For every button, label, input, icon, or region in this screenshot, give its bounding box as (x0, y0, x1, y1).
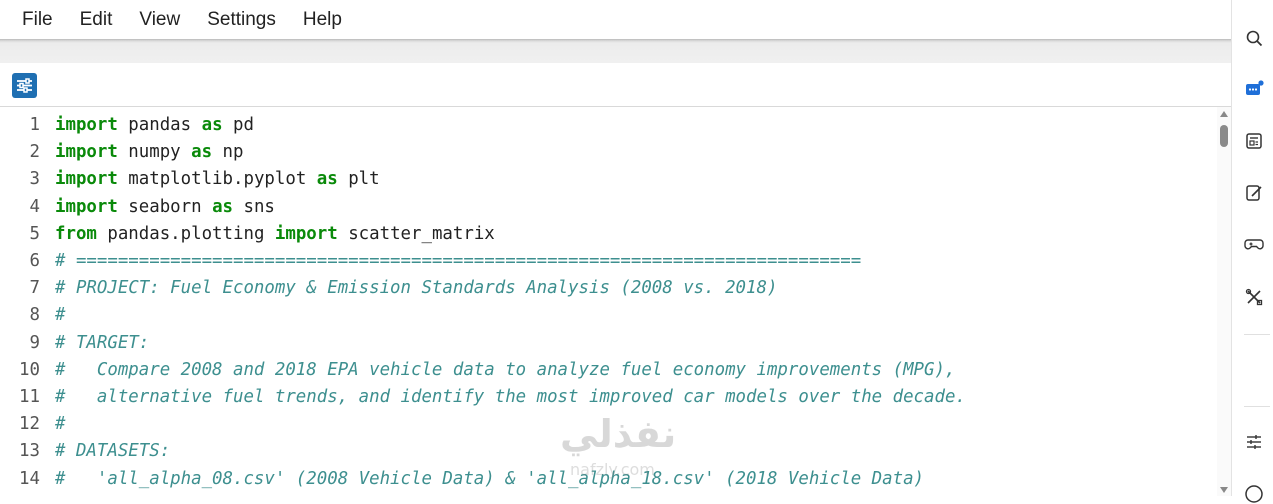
code-text: import numpy as np (55, 139, 244, 166)
tools-icon[interactable] (1244, 287, 1264, 307)
code-line[interactable]: 1 import pandas as pd (0, 112, 1217, 139)
news-icon[interactable] (1244, 131, 1264, 151)
gamepad-icon[interactable] (1244, 234, 1264, 254)
line-number: 7 (29, 278, 40, 299)
line-number: 5 (29, 223, 40, 244)
comment-token: # (55, 305, 66, 326)
toolbar (0, 63, 1231, 107)
code-text: # Compare 2008 and 2018 EPA vehicle data… (55, 357, 955, 384)
code-line[interactable]: 8 # (0, 302, 1217, 329)
code-line[interactable]: 4 import seaborn as sns (0, 194, 1217, 221)
comment-token: # alternative fuel trends, and identify … (55, 387, 966, 407)
keyword-token: import (55, 142, 118, 163)
line-number: 1 (29, 115, 40, 135)
watermark-subtext: nafzly.com (570, 460, 655, 479)
search-icon[interactable] (1244, 28, 1264, 48)
adjust-icon[interactable] (1244, 432, 1264, 452)
right-sidebar (1231, 0, 1273, 503)
keyword-token: as (201, 115, 223, 135)
code-line[interactable]: 2 import numpy as np (0, 139, 1217, 166)
line-number: 4 (29, 196, 40, 217)
sidebar-divider (1244, 334, 1270, 335)
edit-icon[interactable] (1244, 183, 1264, 203)
code-token: pandas (117, 115, 202, 135)
line-number: 11 (19, 387, 40, 407)
menu-help[interactable]: Help (276, 9, 342, 31)
code-token: plt (337, 169, 380, 190)
line-number: 8 (29, 305, 40, 326)
code-token: np (212, 142, 244, 163)
code-line[interactable]: 5 from pandas.plotting import scatter_mat… (0, 221, 1217, 248)
code-text: # 'all_alpha_08.csv' (2008 Vehicle Data)… (55, 466, 924, 493)
line-number: 9 (29, 332, 40, 353)
menu-separator (0, 39, 1231, 63)
keyword-token: as (191, 142, 213, 163)
watermark-text: نفذلي (560, 412, 677, 456)
menu-settings[interactable]: Settings (180, 9, 276, 31)
code-text: # (55, 411, 65, 438)
watermark: نفذلي nafzly.com (560, 412, 720, 496)
sliders-icon (17, 78, 32, 93)
comment-token: # Compare 2008 and 2018 EPA vehicle data… (55, 359, 956, 380)
line-number: 3 (29, 169, 40, 190)
comment-token: # TARGET: (55, 332, 150, 353)
code-text: # TARGET: (55, 330, 149, 357)
scroll-up-arrow-icon[interactable] (1220, 111, 1228, 117)
scroll-down-arrow-icon[interactable] (1220, 487, 1228, 493)
code-line[interactable]: 3 import matplotlib.pyplot as plt (0, 166, 1217, 193)
code-token: sns (233, 196, 275, 217)
code-text: import seaborn as sns (55, 194, 275, 221)
comment-token: # (55, 414, 66, 435)
code-text: # (55, 302, 65, 329)
code-line[interactable]: 11 # alternative fuel trends, and identif… (0, 384, 1217, 411)
code-token: numpy (117, 142, 192, 163)
code-token: pandas.plotting (96, 223, 275, 244)
line-number: 13 (19, 441, 40, 462)
menu-file[interactable]: File (0, 9, 53, 31)
code-token: pd (222, 115, 254, 135)
code-text: # alternative fuel trends, and identify … (55, 384, 966, 411)
code-token: scatter_matrix (337, 223, 495, 244)
vertical-scrollbar[interactable] (1217, 107, 1231, 496)
comment-token: # DATASETS: (55, 441, 171, 462)
scroll-thumb[interactable] (1220, 125, 1228, 147)
chat-icon[interactable] (1244, 80, 1264, 100)
code-token: matplotlib.pyplot (117, 169, 317, 190)
keyword-token: as (212, 196, 234, 217)
keyword-token: from (55, 223, 97, 244)
line-number: 14 (19, 468, 40, 489)
code-text: import matplotlib.pyplot as plt (55, 166, 380, 193)
code-token: seaborn (117, 196, 213, 217)
menu-view[interactable]: View (112, 9, 180, 31)
keyword-token: import (55, 196, 118, 217)
keyword-token: import (55, 115, 118, 135)
keyword-token: import (274, 223, 338, 244)
code-line[interactable]: 10 # Compare 2008 and 2018 EPA vehicle da… (0, 357, 1217, 384)
sidebar-divider (1244, 406, 1270, 407)
keyword-token: as (316, 169, 338, 190)
code-line[interactable]: 7 # PROJECT: Fuel Economy & Emission Stan… (0, 275, 1217, 302)
help-icon[interactable] (1244, 484, 1264, 504)
code-text: import pandas as pd (55, 112, 254, 139)
menu-bar: File Edit View Settings Help (0, 0, 1231, 39)
menu-edit[interactable]: Edit (53, 9, 113, 31)
line-number: 2 (29, 142, 40, 163)
settings-button[interactable] (12, 73, 37, 98)
line-number: 12 (19, 414, 40, 435)
comment-token: # PROJECT: Fuel Economy & Emission Stand… (55, 278, 778, 299)
comment-token: # ======================================… (55, 251, 862, 271)
code-text: # ======================================… (55, 248, 861, 275)
comment-token: # 'all_alpha_08.csv' (2008 Vehicle Data)… (55, 468, 925, 489)
line-number: 10 (19, 359, 40, 380)
line-number: 6 (29, 251, 40, 271)
code-line[interactable]: 6 # =====================================… (0, 248, 1217, 275)
code-text: # DATASETS: (55, 438, 170, 465)
code-line[interactable]: 9 # TARGET: (0, 330, 1217, 357)
keyword-token: import (55, 169, 118, 190)
code-text: # PROJECT: Fuel Economy & Emission Stand… (55, 275, 777, 302)
code-text: from pandas.plotting import scatter_matr… (55, 221, 495, 248)
